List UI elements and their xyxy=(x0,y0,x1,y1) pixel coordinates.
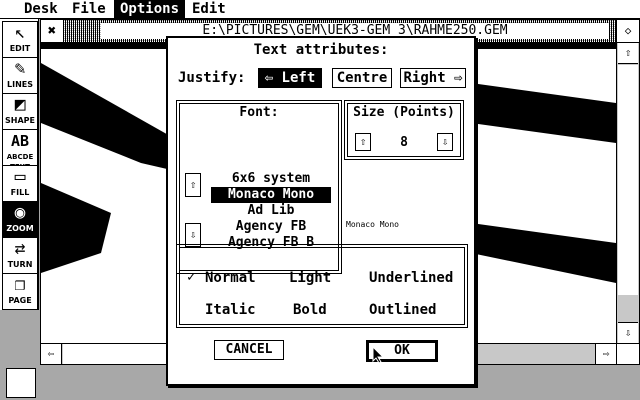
scroll-up-icon[interactable]: ⇧ xyxy=(618,43,638,64)
desktop-icon[interactable] xyxy=(6,368,36,398)
vertical-scroll-thumb[interactable] xyxy=(618,65,638,295)
resize-icon[interactable] xyxy=(616,343,639,364)
mouse-pointer-icon xyxy=(372,346,385,364)
menu-bar: Desk File Options Edit xyxy=(0,0,640,19)
style-italic[interactable]: Italic xyxy=(205,301,256,319)
rotate-icon: ⇄ xyxy=(14,238,26,259)
font-item-ad-lib[interactable]: Ad Lib xyxy=(211,203,331,219)
menu-options[interactable]: Options xyxy=(114,0,186,18)
style-normal[interactable]: Normal xyxy=(205,269,256,287)
menu-edit[interactable]: Edit xyxy=(186,0,232,18)
font-item-monaco-mono[interactable]: Monaco Mono xyxy=(211,187,331,203)
tool-text[interactable]: AB ABCDE TEXT xyxy=(2,129,38,171)
tool-palette: ↖ EDIT ✎ LINES ◩ SHAPE AB ABCDE TEXT ▭ F… xyxy=(0,19,39,310)
text-icon: AB xyxy=(10,132,30,150)
text-attributes-dialog: Text attributes: Justify: ⇦ Left Centre … xyxy=(166,36,476,386)
scroll-right-icon[interactable]: ⇨ xyxy=(595,344,616,364)
size-down-icon[interactable]: ⇩ xyxy=(437,133,453,151)
tool-label: PAGE xyxy=(8,296,32,305)
justify-left-button[interactable]: ⇦ Left xyxy=(258,68,322,88)
scroll-left-icon[interactable]: ⇦ xyxy=(41,344,62,364)
tool-zoom[interactable]: ◉ ZOOM xyxy=(2,201,38,238)
shape-icon: ◩ xyxy=(14,94,26,115)
size-up-icon[interactable]: ⇧ xyxy=(355,133,371,151)
justify-centre-button[interactable]: Centre xyxy=(332,68,392,88)
tool-label: SHAPE xyxy=(5,116,35,125)
tool-label: TURN xyxy=(7,260,33,269)
size-value: 8 xyxy=(400,135,408,150)
font-preview: Monaco Mono xyxy=(346,220,399,229)
tool-label: LINES xyxy=(7,80,33,89)
tool-shape[interactable]: ◩ SHAPE xyxy=(2,93,38,130)
tool-fill[interactable]: ▭ FILL xyxy=(2,165,38,202)
tool-label: FILL xyxy=(10,188,30,197)
font-item-agency-fb[interactable]: Agency FB xyxy=(211,219,331,235)
menu-file[interactable]: File xyxy=(66,0,112,18)
justify-right-button[interactable]: Right ⇨ xyxy=(400,68,466,88)
size-box: Size (Points) ⇧ 8 ⇩ xyxy=(344,100,464,160)
arrow-cursor-icon: ↖ xyxy=(14,22,26,43)
font-item-6x6-system[interactable]: 6x6 system xyxy=(211,171,331,187)
dialog-title: Text attributes: xyxy=(253,42,389,58)
size-label: Size (Points) xyxy=(353,105,455,120)
close-icon[interactable]: ✖ xyxy=(41,20,64,42)
magnifier-icon: ◉ xyxy=(14,202,26,223)
tool-label: ZOOM xyxy=(6,224,34,233)
paint-roller-icon: ▭ xyxy=(14,166,26,187)
fuller-icon[interactable]: ◇ xyxy=(616,20,639,42)
check-icon: ✓ xyxy=(187,269,196,285)
vertical-scrollbar[interactable]: ⇧ ⇩ xyxy=(616,43,639,343)
justify-label: Justify: xyxy=(178,70,246,86)
scroll-down-icon[interactable]: ⇩ xyxy=(618,322,638,343)
tool-edit[interactable]: ↖ EDIT xyxy=(2,21,38,58)
style-outlined[interactable]: Outlined xyxy=(369,301,436,319)
style-light[interactable]: Light xyxy=(289,269,331,287)
tool-lines[interactable]: ✎ LINES xyxy=(2,57,38,94)
text-style-box: ✓ Normal Light Underlined Italic Bold Ou… xyxy=(176,244,468,328)
pencil-icon: ✎ xyxy=(14,58,26,79)
font-scroll-up-icon[interactable]: ⇧ xyxy=(185,173,201,197)
tool-turn[interactable]: ⇄ TURN xyxy=(2,237,38,274)
style-bold[interactable]: Bold xyxy=(293,301,327,319)
cancel-button[interactable]: CANCEL xyxy=(214,340,284,360)
tool-page[interactable]: ❐ PAGE xyxy=(2,273,38,310)
tool-label: EDIT xyxy=(9,44,31,53)
page-icon: ❐ xyxy=(14,274,26,295)
menu-desk[interactable]: Desk xyxy=(18,0,64,18)
style-underlined[interactable]: Underlined xyxy=(369,269,453,287)
font-label: Font: xyxy=(239,105,279,120)
